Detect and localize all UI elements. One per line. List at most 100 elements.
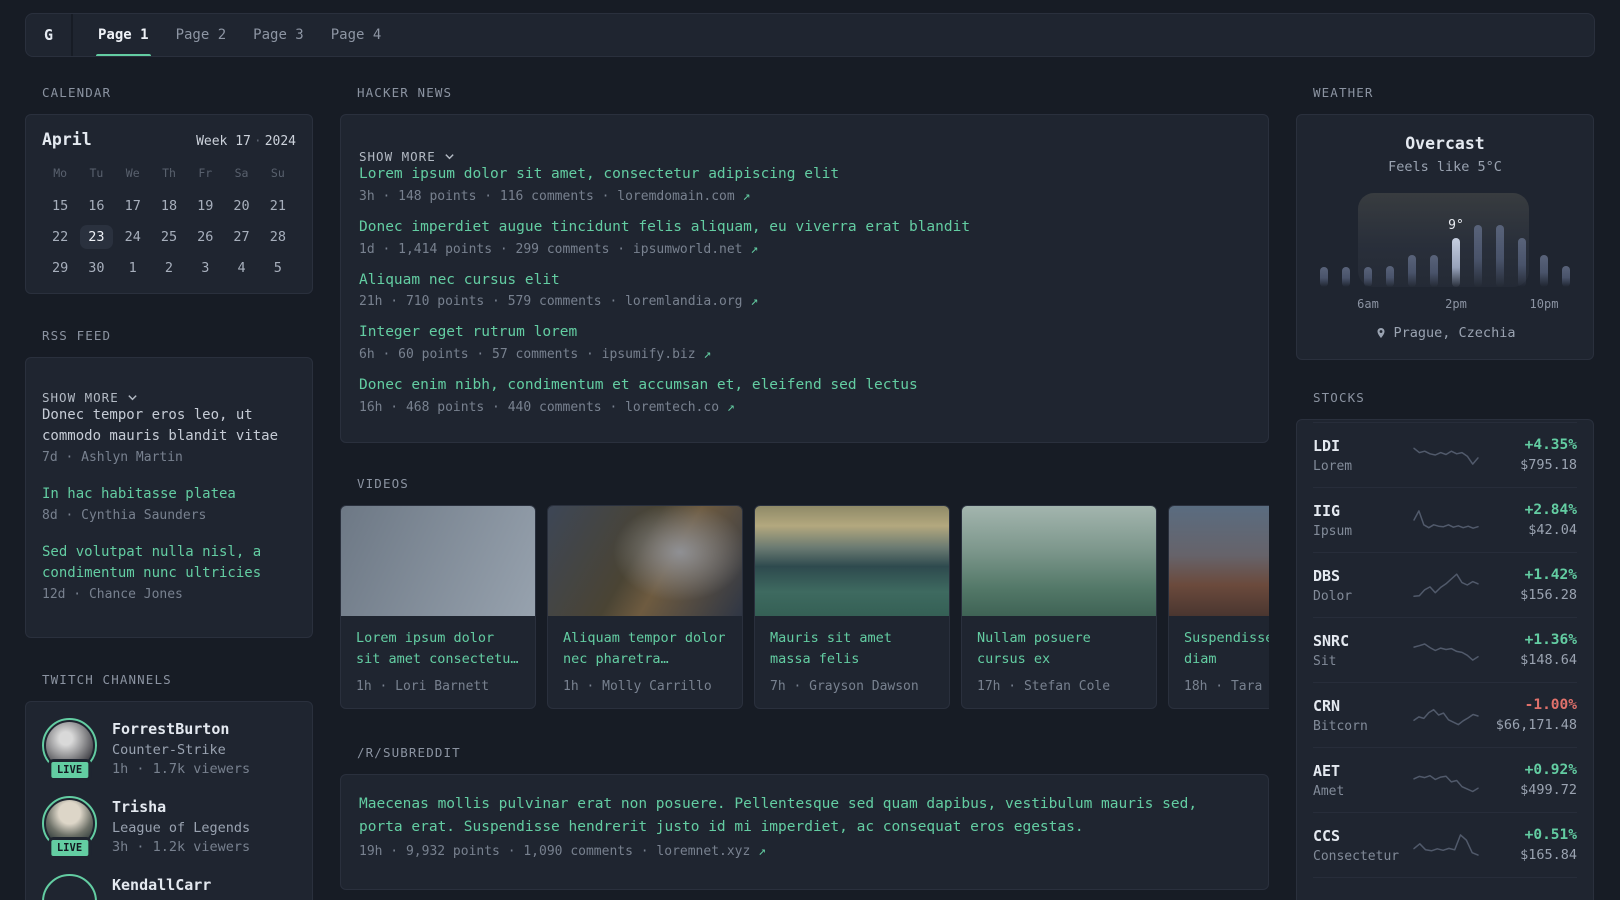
- page-tab[interactable]: Page 4: [331, 14, 382, 56]
- stocks-widget: LDI Lorem +4.35% $795.18 IIG Ipsum +2.84…: [1296, 419, 1594, 900]
- rss-section-label: RSS FEED: [42, 328, 112, 343]
- calendar-day: 5: [273, 259, 282, 276]
- avatar-image: [46, 878, 93, 900]
- stock-row[interactable]: CRN Bitcorn -1.00% $66,171.48: [1313, 682, 1577, 747]
- stock-row[interactable]: LDI Lorem +4.35% $795.18: [1313, 422, 1577, 487]
- stock-info: DBS Dolor: [1313, 567, 1412, 604]
- twitch-channel-viewers: 1h · 1.7k viewers: [112, 761, 251, 777]
- calendar-day: 20: [233, 197, 250, 214]
- stock-info: IIG Ipsum: [1313, 502, 1412, 539]
- video-thumbnail: [962, 505, 1156, 616]
- page-tab[interactable]: Page 1: [96, 14, 151, 56]
- stock-name: Ipsum: [1313, 523, 1353, 539]
- stock-sparkline: [1412, 895, 1480, 900]
- live-badge: LIVE: [47, 837, 92, 859]
- video-card[interactable]: Lorem ipsum dolor sit amet consectetu… 1…: [340, 504, 536, 709]
- stock-percent-change: +2.84%: [1524, 502, 1577, 518]
- video-thumbnail: [755, 505, 949, 616]
- location-pin-icon: [1375, 326, 1387, 340]
- hacker-news-item-meta: 3h · 148 points · 116 comments · loremdo…: [359, 188, 751, 204]
- hacker-news-item-title[interactable]: Lorem ipsum dolor sit amet, consectetur …: [359, 164, 1250, 186]
- weather-hour-slot: [1474, 287, 1482, 311]
- page-tab[interactable]: Page 2: [176, 14, 227, 56]
- stock-ticker: AET: [1313, 761, 1341, 780]
- page-tab[interactable]: Page 3: [253, 14, 304, 56]
- dashboard-page: G Page 1 Page 2 Page 3 Page 4 CALENDAR Apri…: [0, 0, 1620, 900]
- stock-info: CCS Consectetur: [1313, 827, 1412, 864]
- video-card[interactable]: Nullam posuere cursus ex 17h · Stefan Co…: [961, 504, 1157, 709]
- stock-percent-change: +4.35%: [1524, 437, 1577, 453]
- hacker-news-item-title[interactable]: Donec enim nibh, condimentum et accumsan…: [359, 375, 1250, 397]
- stock-sparkline-wrap: [1412, 570, 1480, 600]
- video-card[interactable]: Mauris sit amet massa felis 7h · Grayson…: [754, 504, 950, 709]
- rss-item-title[interactable]: In hac habitasse platea: [42, 484, 296, 505]
- hacker-news-item-title[interactable]: Integer eget rutrum lorem: [359, 322, 1250, 344]
- right-column: WEATHER Overcast Feels like 5°C 6am 9° 2…: [1296, 85, 1594, 900]
- subreddit-post-meta: 19h · 9,932 points · 1,090 comments · lo…: [359, 843, 766, 859]
- external-link-icon: ↗: [750, 294, 759, 310]
- video-thumbnail: [548, 505, 742, 616]
- stock-price: $795.18: [1520, 457, 1577, 473]
- stock-row[interactable]: SNRC Sit +1.36% $148.64: [1313, 617, 1577, 682]
- hacker-news-item: Lorem ipsum dolor sit amet, consectetur …: [359, 164, 1250, 204]
- hacker-news-item: Integer eget rutrum lorem 6h · 60 points…: [359, 322, 1250, 362]
- stock-price: $499.72: [1520, 782, 1577, 798]
- rss-item-title[interactable]: Donec tempor eros leo, ut commodo mauris…: [42, 405, 296, 447]
- twitch-channel-row[interactable]: LIVE Trisha League of Legends 3h · 1.2k …: [42, 796, 296, 859]
- twitch-channel-row[interactable]: LIVE ForrestBurton Counter-Strike 1h · 1…: [42, 718, 296, 781]
- external-link-icon: ↗: [750, 241, 759, 257]
- stock-row[interactable]: AHS +0.46%: [1313, 877, 1577, 900]
- subreddit-post-title[interactable]: Maecenas mollis pulvinar erat non posuer…: [359, 793, 1250, 839]
- calendar-day: 26: [197, 228, 214, 245]
- weather-bar: [1430, 255, 1438, 287]
- calendar-day: 15: [52, 197, 69, 214]
- video-card[interactable]: Aliquam tempor dolor nec pharetra… 1h · …: [547, 504, 743, 709]
- stock-price: $42.04: [1528, 522, 1577, 538]
- app-logo: G: [26, 14, 73, 56]
- video-thumbnail: [1169, 505, 1269, 616]
- weather-bar-cell: [1555, 193, 1577, 311]
- weather-bar-cell: [1467, 193, 1489, 311]
- stock-name: Consectetur: [1313, 848, 1400, 864]
- twitch-widget: LIVE ForrestBurton Counter-Strike 1h · 1…: [25, 701, 313, 900]
- hacker-news-show-more-button[interactable]: SHOW MORE: [359, 149, 1250, 164]
- stock-row[interactable]: IIG Ipsum +2.84% $42.04: [1313, 487, 1577, 552]
- weather-bar-cell: [1423, 193, 1445, 311]
- weather-hour-slot: [1562, 287, 1570, 311]
- rss-show-more-button[interactable]: SHOW MORE: [42, 390, 296, 405]
- stock-sparkline-wrap: [1412, 895, 1480, 900]
- hacker-news-section-label: HACKER NEWS: [357, 85, 453, 100]
- twitch-channel-category: Counter-Strike: [112, 742, 226, 758]
- video-card[interactable]: Suspendisse diam 18h · Tara: [1168, 504, 1269, 709]
- calendar-day: 18: [160, 197, 178, 214]
- weather-hour-slot: 6am: [1357, 287, 1379, 311]
- stock-row[interactable]: CCS Consectetur +0.51% $165.84: [1313, 812, 1577, 877]
- stock-row[interactable]: DBS Dolor +1.42% $156.28: [1313, 552, 1577, 617]
- hacker-news-item-title[interactable]: Aliquam nec cursus elit: [359, 270, 1250, 292]
- calendar-day: 29: [52, 259, 69, 276]
- twitch-channel-row[interactable]: KendallCarr: [42, 874, 296, 900]
- video-meta: 1h · Lori Barnett: [356, 678, 490, 694]
- stock-sparkline: [1413, 643, 1479, 661]
- video-meta: 1h · Molly Carrillo: [563, 678, 712, 694]
- page-tabs: Page 1 Page 2 Page 3 Page 4: [73, 14, 406, 56]
- stock-sparkline: [1413, 834, 1479, 856]
- rss-item-title[interactable]: Sed volutpat nulla nisl, a condimentum n…: [42, 542, 296, 584]
- weather-hour-slot: [1320, 287, 1328, 311]
- weather-hour-slot: 10pm: [1530, 287, 1559, 311]
- calendar-section-label: CALENDAR: [42, 85, 112, 100]
- hacker-news-item: Aliquam nec cursus elit 21h · 710 points…: [359, 270, 1250, 310]
- hacker-news-item-title[interactable]: Donec imperdiet augue tincidunt felis al…: [359, 217, 1250, 239]
- stock-info: LDI Lorem: [1313, 437, 1412, 474]
- video-title: Aliquam tempor dolor nec pharetra…: [563, 629, 726, 667]
- stock-info: CRN Bitcorn: [1313, 697, 1412, 734]
- twitch-channel-category: League of Legends: [112, 820, 251, 836]
- stock-row[interactable]: AET Amet +0.92% $499.72: [1313, 747, 1577, 812]
- stock-sparkline-wrap: [1412, 700, 1480, 730]
- calendar-weekday: Su: [270, 166, 285, 180]
- calendar-weekday: We: [125, 166, 140, 180]
- weather-bars: 6am 9° 2pm 10pm: [1313, 193, 1577, 311]
- calendar-week-year: Week 17 · 2024: [196, 134, 296, 149]
- weather-bar: [1408, 255, 1416, 287]
- weather-bar-cell: [1313, 193, 1335, 311]
